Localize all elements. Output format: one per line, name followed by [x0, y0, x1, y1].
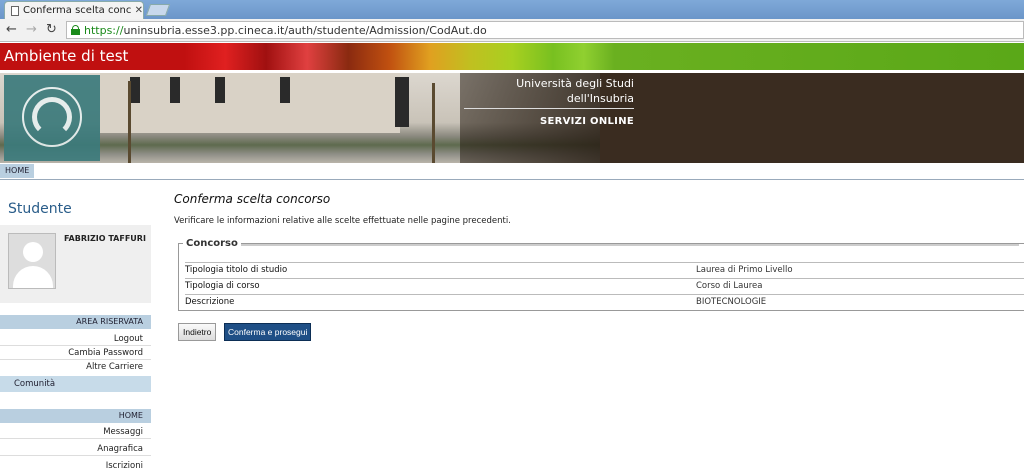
avatar — [8, 233, 56, 289]
sidebar-title: Studente — [8, 201, 72, 217]
page-title: Conferma scelta concorso — [174, 192, 331, 206]
address-bar[interactable]: https://uninsubria.esse3.pp.cineca.it/au… — [66, 21, 1024, 39]
sidebar-item-other-careers[interactable]: Altre Carriere — [0, 360, 151, 374]
breadcrumb: HOME — [0, 163, 1024, 180]
sidebar-section-reserved: AREA RISERVATA — [0, 315, 151, 329]
reload-icon[interactable]: ↻ — [46, 22, 57, 37]
confirm-button[interactable]: Conferma e prosegui — [224, 323, 312, 341]
page-icon — [11, 5, 19, 16]
contest-fieldset: Concorso Tipologia titolo di studio Laur… — [178, 238, 1024, 311]
home-link[interactable]: HOME — [0, 164, 35, 178]
sidebar-item-enrollments[interactable]: Iscrizioni — [0, 459, 151, 473]
table-row: Descrizione BIOTECNOLOGIE — [185, 294, 1024, 310]
row-value: Laurea di Primo Livello — [696, 265, 793, 275]
tab-title: Conferma scelta conc — [22, 5, 131, 16]
row-value: BIOTECNOLOGIE — [696, 297, 767, 307]
new-tab-button[interactable] — [145, 4, 171, 16]
row-label: Tipologia di corso — [185, 281, 260, 291]
table-row: Tipologia di corso Corso di Laurea — [185, 278, 1024, 294]
url-path: uninsubria.esse3.pp.cineca.it/auth/stude… — [123, 23, 487, 37]
browser-tab[interactable]: Conferma scelta conc ✕ — [4, 1, 144, 19]
table-row: Tipologia titolo di studio Laurea di Pri… — [185, 262, 1024, 278]
sidebar-item-community[interactable]: Comunità — [0, 376, 151, 392]
row-value: Corso di Laurea — [696, 281, 763, 291]
test-environment-label: Ambiente di test — [4, 47, 129, 65]
header-text: Università degli Studi dell'Insubria SER… — [464, 76, 634, 127]
browser-toolbar: ← → ↻ https://uninsubria.esse3.pp.cineca… — [0, 19, 1024, 42]
user-profile: FABRIZIO TAFFURI — [0, 225, 151, 303]
row-label: Tipologia titolo di studio — [185, 265, 288, 275]
university-logo[interactable] — [4, 75, 100, 161]
page-description: Verificare le informazioni relative alle… — [174, 216, 511, 226]
sidebar-item-change-password[interactable]: Cambia Password — [0, 346, 151, 360]
user-name: FABRIZIO TAFFURI — [64, 234, 146, 243]
university-name-line2: dell'Insubria — [464, 91, 634, 109]
sidebar-item-messages[interactable]: Messaggi — [0, 425, 151, 439]
fieldset-legend: Concorso — [183, 238, 241, 249]
sidebar-item-logout[interactable]: Logout — [0, 332, 151, 346]
services-label: SERVIZI ONLINE — [539, 116, 634, 127]
sidebar-section-home[interactable]: HOME — [0, 409, 151, 423]
back-arrow-icon[interactable]: ← — [6, 22, 17, 37]
close-icon[interactable]: ✕ — [135, 5, 143, 16]
forward-arrow-icon[interactable]: → — [26, 22, 37, 37]
test-environment-banner: Ambiente di test — [0, 43, 1024, 70]
browser-tabstrip: Conferma scelta conc ✕ — [0, 0, 1024, 19]
row-label: Descrizione — [185, 297, 235, 307]
sidebar: Studente FABRIZIO TAFFURI AREA RISERVATA… — [0, 181, 151, 475]
lock-icon — [71, 25, 80, 35]
site-header: Università degli Studi dell'Insubria SER… — [0, 73, 1024, 163]
sidebar-item-personal-data[interactable]: Anagrafica — [0, 442, 151, 456]
university-name-line1: Università degli Studi — [516, 77, 634, 90]
back-button[interactable]: Indietro — [178, 323, 217, 341]
url-scheme: https:// — [84, 23, 124, 37]
